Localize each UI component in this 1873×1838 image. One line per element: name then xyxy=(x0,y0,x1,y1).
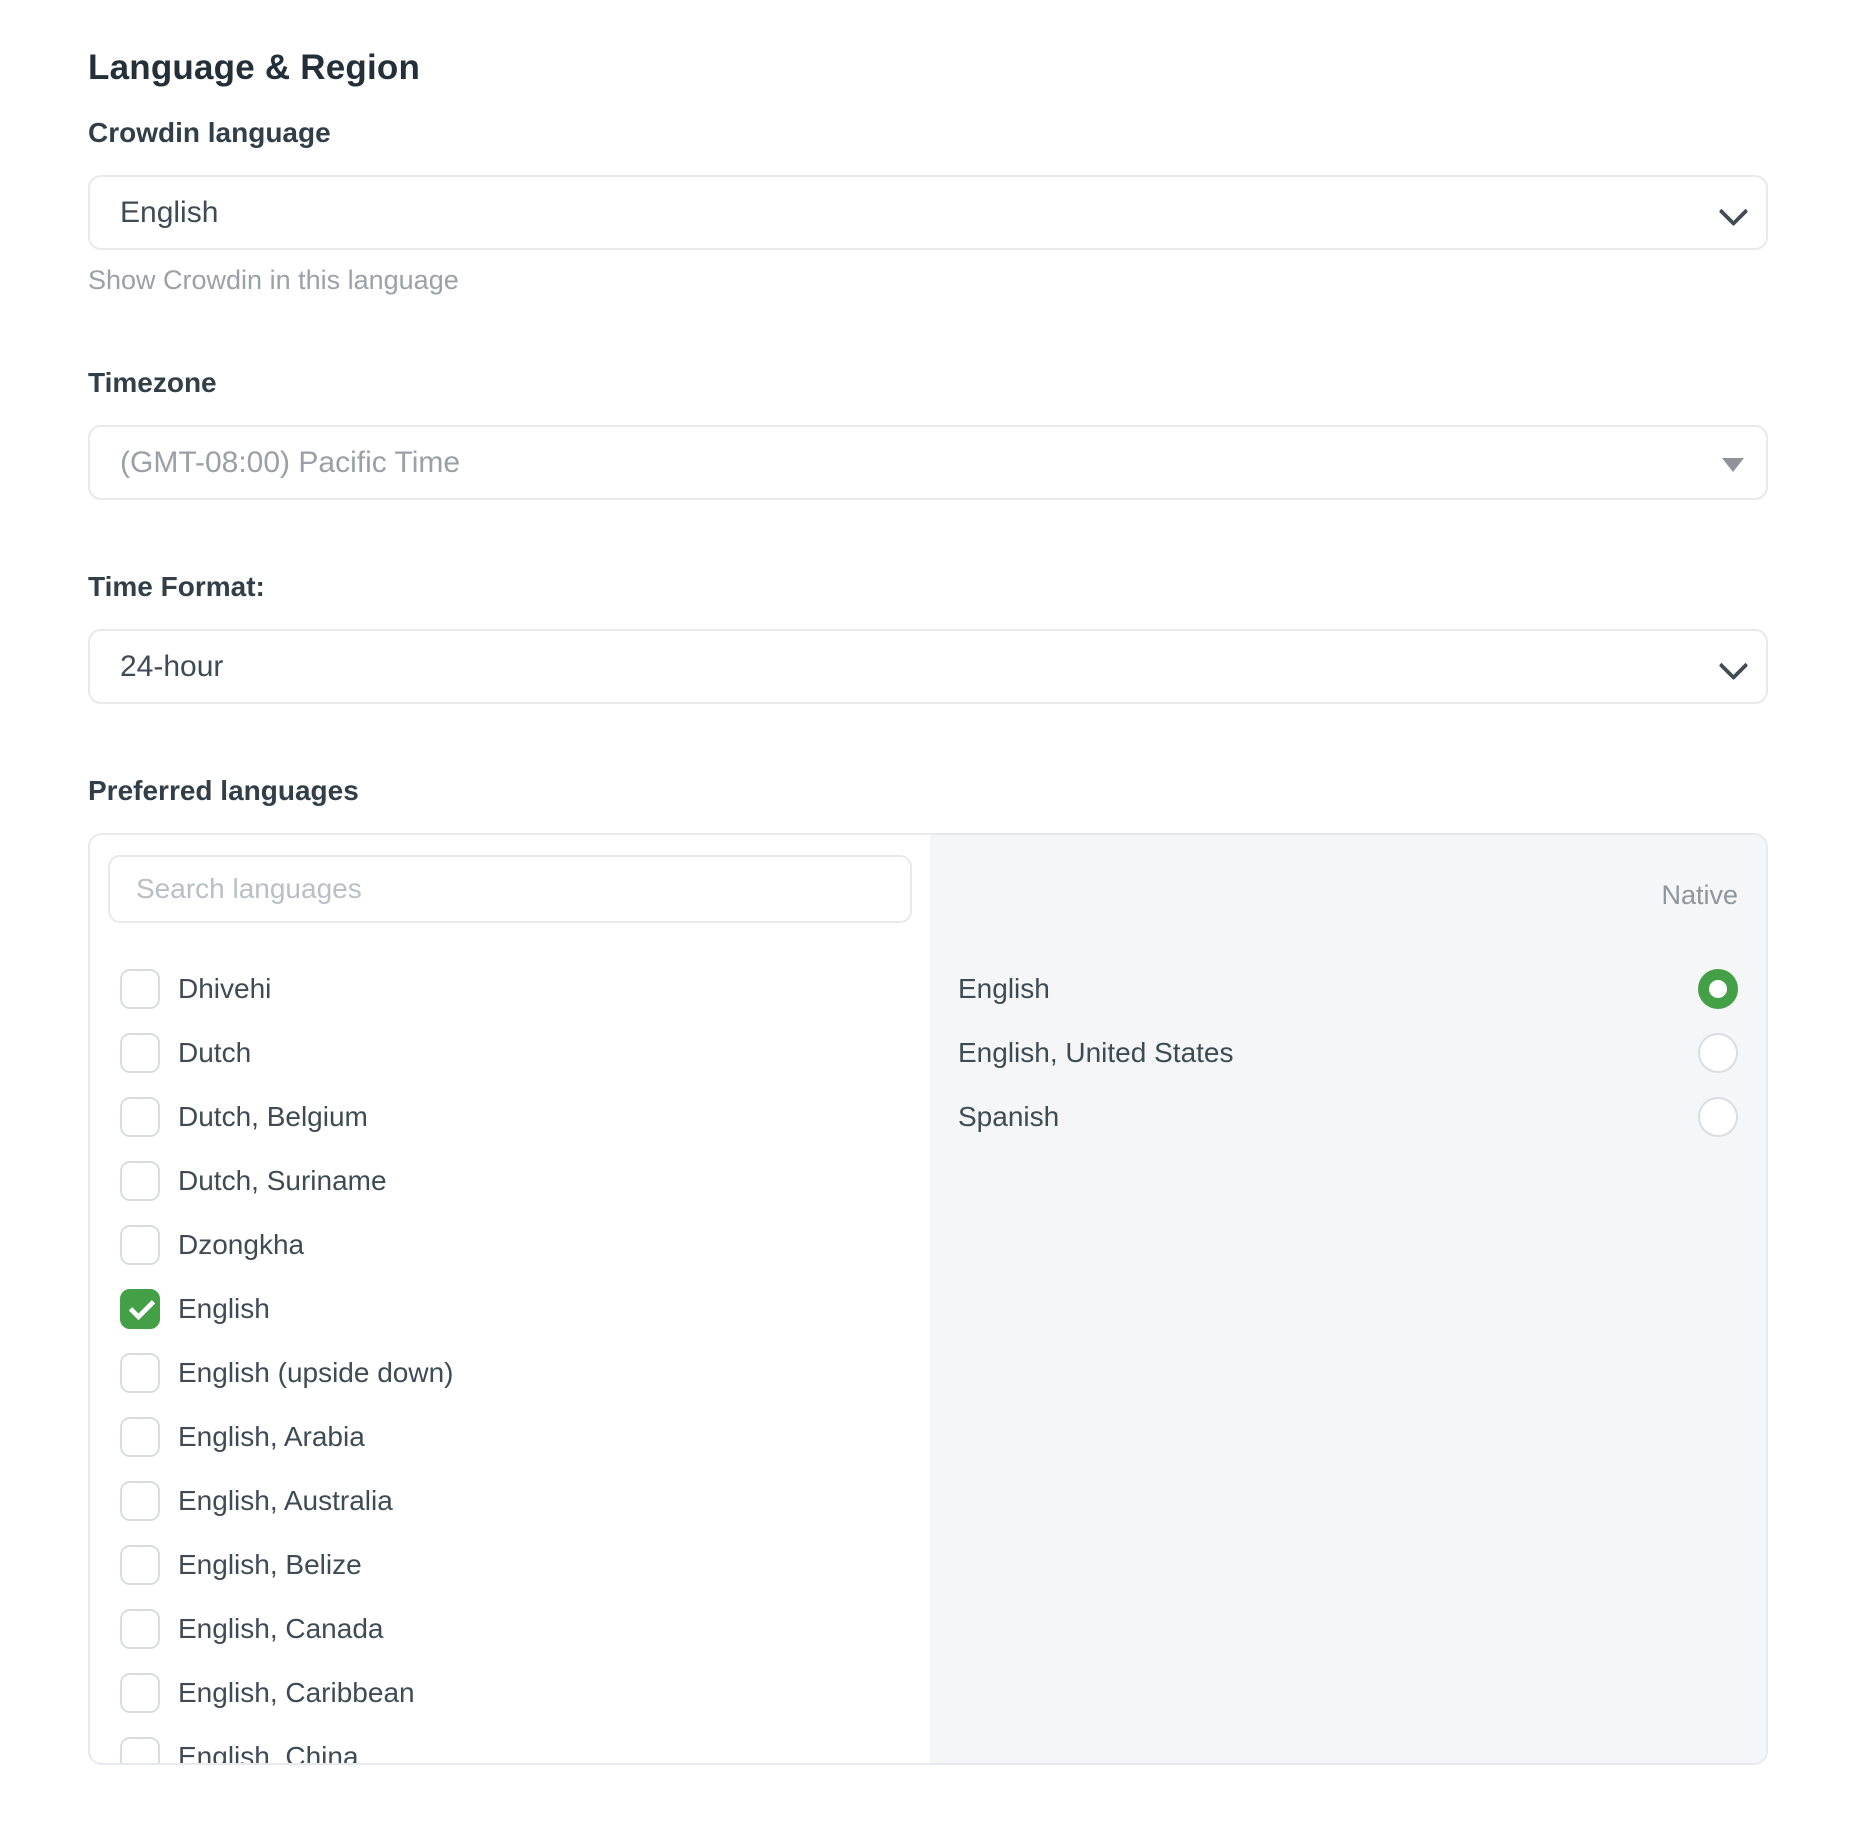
language-checkbox[interactable] xyxy=(120,1737,160,1763)
language-label: English, Arabia xyxy=(178,1421,365,1453)
selected-language-label: Spanish xyxy=(958,1101,1059,1133)
language-region-settings: Language & Region Crowdin language Engli… xyxy=(88,0,1768,1765)
selected-language-label: English xyxy=(958,973,1050,1005)
language-checkbox[interactable] xyxy=(120,1481,160,1521)
time-format-select[interactable]: 24-hour xyxy=(88,629,1768,704)
dropdown-arrow-icon xyxy=(1722,458,1744,472)
native-radio[interactable] xyxy=(1698,1097,1738,1137)
language-list-item[interactable]: English xyxy=(90,1277,930,1341)
language-checkbox[interactable] xyxy=(120,1609,160,1649)
selected-languages-panel: Native English English, United States Sp… xyxy=(930,835,1766,1763)
language-list: Dhivehi Dutch Dutch, Belgium Dutch, Suri… xyxy=(90,957,930,1763)
language-label: Dutch xyxy=(178,1037,251,1069)
language-list-item[interactable]: Dutch, Suriname xyxy=(90,1149,930,1213)
language-list-item[interactable]: English, Australia xyxy=(90,1469,930,1533)
language-list-item[interactable]: Dzongkha xyxy=(90,1213,930,1277)
language-label: Dhivehi xyxy=(178,973,271,1005)
language-checkbox[interactable] xyxy=(120,1673,160,1713)
language-list-item[interactable]: English (upside down) xyxy=(90,1341,930,1405)
language-list-item[interactable]: English, Arabia xyxy=(90,1405,930,1469)
timezone-value: (GMT-08:00) Pacific Time xyxy=(120,446,460,480)
language-list-item[interactable]: Dutch xyxy=(90,1021,930,1085)
language-list-item[interactable]: English, Caribbean xyxy=(90,1661,930,1725)
language-label: Dutch, Suriname xyxy=(178,1165,387,1197)
crowdin-language-select[interactable]: English xyxy=(88,175,1768,250)
language-label: English, Caribbean xyxy=(178,1677,415,1709)
language-checkbox[interactable] xyxy=(120,1097,160,1137)
timezone-select[interactable]: (GMT-08:00) Pacific Time xyxy=(88,425,1768,500)
language-list-item[interactable]: English, Canada xyxy=(90,1597,930,1661)
language-checkbox[interactable] xyxy=(120,1289,160,1329)
selected-language-row: English, United States xyxy=(958,1021,1738,1085)
page-title: Language & Region xyxy=(88,48,1768,88)
language-checkbox[interactable] xyxy=(120,1033,160,1073)
language-label: English, Belize xyxy=(178,1549,362,1581)
crowdin-language-value: English xyxy=(120,196,218,230)
language-checkbox[interactable] xyxy=(120,1161,160,1201)
chevron-down-icon xyxy=(1719,651,1749,681)
language-checkbox[interactable] xyxy=(120,969,160,1009)
language-label: Dutch, Belgium xyxy=(178,1101,368,1133)
preferred-languages-label: Preferred languages xyxy=(88,774,1768,808)
selected-language-label: English, United States xyxy=(958,1037,1234,1069)
language-search-list: Dhivehi Dutch Dutch, Belgium Dutch, Suri… xyxy=(90,835,930,1763)
native-radio[interactable] xyxy=(1698,969,1738,1009)
language-checkbox[interactable] xyxy=(120,1353,160,1393)
search-input[interactable] xyxy=(108,855,912,923)
language-list-item[interactable]: Dutch, Belgium xyxy=(90,1085,930,1149)
language-checkbox[interactable] xyxy=(120,1225,160,1265)
crowdin-language-helper: Show Crowdin in this language xyxy=(88,264,1768,296)
time-format-value: 24-hour xyxy=(120,650,223,684)
crowdin-language-label: Crowdin language xyxy=(88,116,1768,150)
preferred-languages-panel: Dhivehi Dutch Dutch, Belgium Dutch, Suri… xyxy=(88,833,1768,1765)
language-label: English, China xyxy=(178,1741,359,1763)
language-label: Dzongkha xyxy=(178,1229,304,1261)
selected-language-row: Spanish xyxy=(958,1085,1738,1149)
time-format-label: Time Format: xyxy=(88,570,1768,604)
timezone-label: Timezone xyxy=(88,366,1768,400)
language-list-item[interactable]: Dhivehi xyxy=(90,957,930,1021)
language-list-item[interactable]: English, Belize xyxy=(90,1533,930,1597)
language-checkbox[interactable] xyxy=(120,1545,160,1585)
language-label: English, Australia xyxy=(178,1485,393,1517)
native-radio[interactable] xyxy=(1698,1033,1738,1073)
language-label: English, Canada xyxy=(178,1613,383,1645)
language-checkbox[interactable] xyxy=(120,1417,160,1457)
language-label: English xyxy=(178,1293,270,1325)
selected-language-row: English xyxy=(958,957,1738,1021)
chevron-down-icon xyxy=(1719,197,1749,227)
language-label: English (upside down) xyxy=(178,1357,454,1389)
native-column-label: Native xyxy=(958,879,1738,911)
selected-languages-list: English English, United States Spanish xyxy=(958,957,1738,1149)
language-list-item[interactable]: English, China xyxy=(90,1725,930,1763)
